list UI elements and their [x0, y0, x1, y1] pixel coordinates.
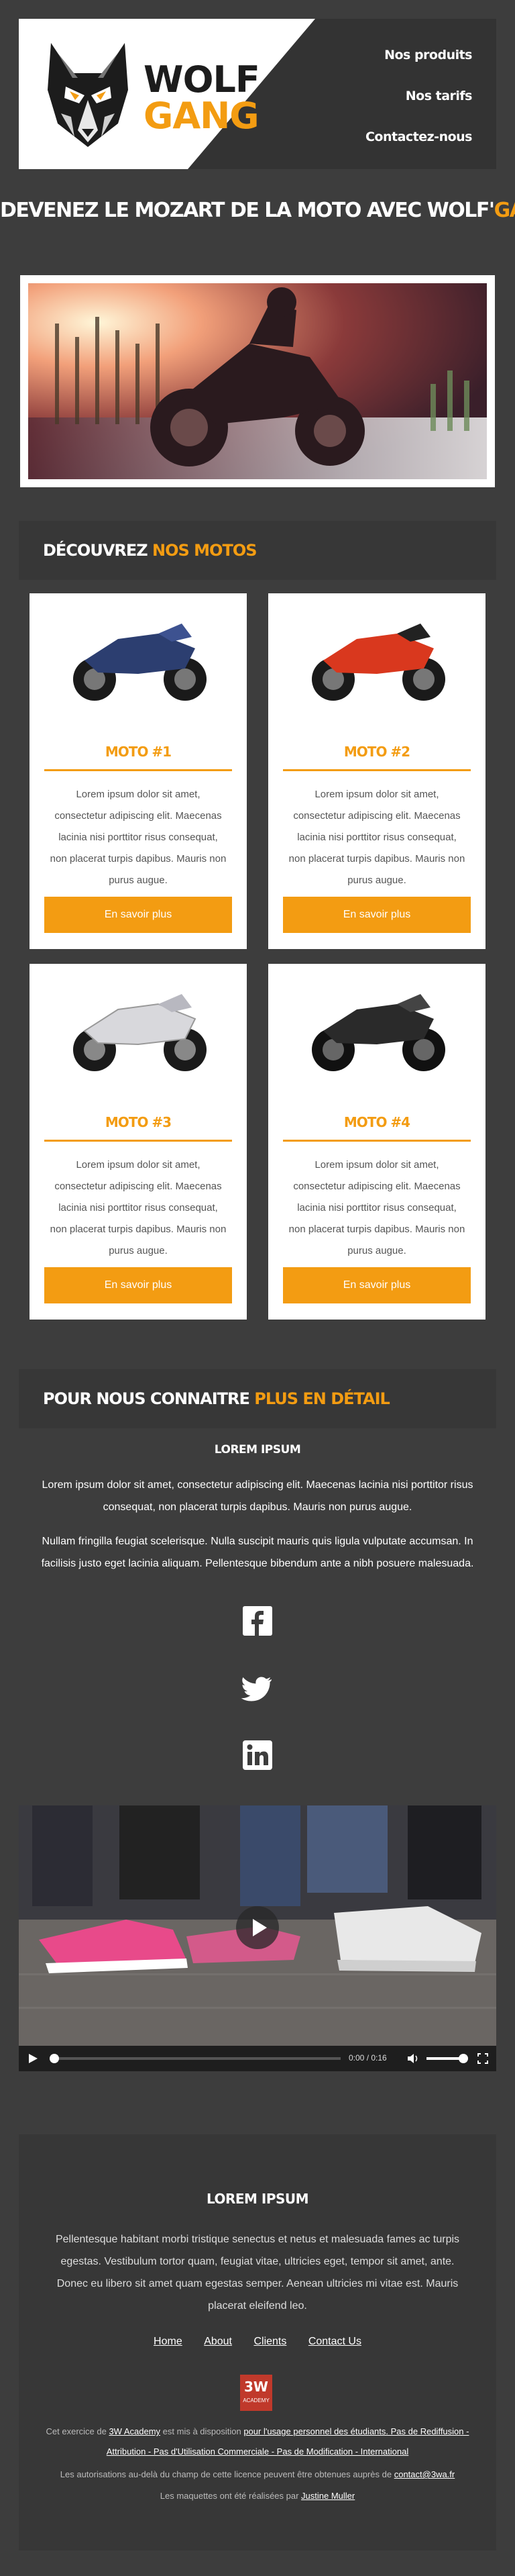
hero-image: [20, 275, 495, 487]
card-description: Lorem ipsum dolor sit amet, consectetur …: [288, 1159, 465, 1256]
about-subtitle: LOREM IPSUM: [214, 1443, 301, 1456]
main-nav: Nos produits Nos tarifs Contactez-nous: [365, 46, 473, 168]
site-footer: LOREM IPSUM Pellentesque habitant morbi …: [19, 2134, 496, 2550]
progress-bar[interactable]: [52, 2057, 341, 2060]
link-designer[interactable]: Justine Muller: [301, 2491, 355, 2501]
site-header: WOLF GANG Nos produits Nos tarifs Contac…: [19, 19, 496, 169]
about-section-header: POUR NOUS CONNAITRE PLUS EN DÉTAIL: [19, 1369, 496, 1428]
footer-paragraph: Pellentesque habitant morbi tristique se…: [55, 2234, 460, 2312]
en-savoir-plus-button-3[interactable]: En savoir plus: [44, 1267, 232, 1303]
about-heading-main: POUR NOUS CONNAITRE: [43, 1389, 255, 1408]
footer-link-contact[interactable]: Contact Us: [308, 2336, 361, 2347]
motorcycle-image-1: [73, 624, 207, 701]
link-3w-academy[interactable]: 3W Academy: [109, 2426, 160, 2436]
card-title: MOTO #4: [343, 1114, 410, 1130]
card-divider: [44, 1140, 232, 1142]
logo[interactable]: WOLF GANG: [38, 36, 260, 150]
wolf-icon: [48, 43, 128, 147]
nav-item-produits[interactable]: Nos produits: [365, 46, 472, 87]
footer-link-clients[interactable]: Clients: [253, 2336, 286, 2347]
footer-links: Home About Clients Contact Us: [19, 2336, 496, 2348]
hero-motorcycle-illustration: [28, 283, 487, 479]
permissions-text-start: Les autorisations au-delà du champ de ce…: [60, 2469, 394, 2479]
logo-word-wolf: WOLF: [144, 58, 260, 101]
license-text-start: Cet exercice de: [46, 2426, 109, 2436]
nav-item-contact[interactable]: Contactez-nous: [365, 128, 473, 168]
footer-link-about[interactable]: About: [204, 2336, 232, 2347]
license-text: Cet exercice de 3W Academy est mis à dis…: [46, 2422, 469, 2462]
en-savoir-plus-button-2[interactable]: En savoir plus: [283, 897, 471, 933]
volume-icon[interactable]: [406, 2052, 420, 2065]
motorcycle-image-4: [312, 994, 445, 1071]
about-heading-accent: PLUS EN DÉTAIL: [254, 1389, 390, 1408]
card-description: Lorem ipsum dolor sit amet, consectetur …: [50, 789, 227, 886]
academy-badge: 3W ACADEMY: [240, 2375, 272, 2411]
play-overlay-button[interactable]: [236, 1906, 279, 1949]
page: WOLF GANG Nos produits Nos tarifs Contac…: [0, 0, 515, 2576]
product-card-1: MOTO #1 Lorem ipsum dolor sit amet, cons…: [30, 593, 247, 949]
card-title: MOTO #3: [105, 1114, 172, 1130]
twitter-icon[interactable]: [241, 1671, 274, 1705]
product-card-4: MOTO #4 Lorem ipsum dolor sit amet, cons…: [268, 964, 485, 1320]
progress-handle[interactable]: [50, 2054, 59, 2063]
motorcycle-image-2: [312, 624, 445, 701]
footer-link-home[interactable]: Home: [154, 2336, 182, 2347]
permissions-text: Les autorisations au-delà du champ de ce…: [46, 2465, 469, 2485]
volume-handle[interactable]: [459, 2054, 468, 2063]
card-title: MOTO #2: [343, 744, 410, 760]
badge-sublabel: ACADEMY: [243, 2397, 270, 2404]
hero-title: DEVENEZ LE MOZART DE LA MOTO AVEC WOLF'G…: [0, 199, 515, 222]
products-heading: DÉCOUVREZ NOS MOTOS: [43, 541, 258, 560]
logo-word-gang: GANG: [144, 95, 260, 137]
products-heading-accent: NOS MOTOS: [152, 541, 257, 560]
facebook-icon[interactable]: [241, 1604, 274, 1638]
card-divider: [44, 769, 232, 771]
video-time: 0:00 / 0:16: [349, 2053, 387, 2063]
credits-text-start: Les maquettes ont été réalisées par: [160, 2491, 302, 2501]
footer-title: LOREM IPSUM: [206, 2191, 309, 2207]
hero-title-accent: GANG: [494, 199, 515, 222]
hero-title-main: DEVENEZ LE MOZART DE LA MOTO AVEC WOLF': [0, 199, 495, 222]
about-heading: POUR NOUS CONNAITRE PLUS EN DÉTAIL: [43, 1389, 390, 1408]
card-title: MOTO #1: [105, 744, 172, 760]
badge-label: 3W: [244, 2379, 268, 2395]
card-divider: [283, 1140, 471, 1142]
fullscreen-icon[interactable]: [477, 2053, 488, 2064]
video-player[interactable]: 0:00 / 0:16: [19, 1805, 496, 2071]
about-paragraph-2: Nullam fringilla feugiat scelerisque. Nu…: [41, 1536, 474, 1569]
about-paragraph-1: Lorem ipsum dolor sit amet, consectetur …: [42, 1479, 473, 1513]
linkedin-icon[interactable]: [241, 1738, 274, 1772]
motorcycle-image-3: [73, 994, 207, 1071]
products-section-header: DÉCOUVREZ NOS MOTOS: [19, 521, 496, 580]
card-divider: [283, 769, 471, 771]
license-text-mid: est mis à disposition: [160, 2426, 244, 2436]
en-savoir-plus-button-1[interactable]: En savoir plus: [44, 897, 232, 933]
link-contact-email[interactable]: contact@3wa.fr: [394, 2469, 455, 2479]
credits-text: Les maquettes ont été réalisées par Just…: [46, 2486, 469, 2506]
nav-item-tarifs[interactable]: Nos tarifs: [365, 87, 473, 128]
product-card-3: MOTO #3 Lorem ipsum dolor sit amet, cons…: [30, 964, 247, 1320]
product-card-2: MOTO #2 Lorem ipsum dolor sit amet, cons…: [268, 593, 485, 949]
products-heading-main: DÉCOUVREZ: [43, 541, 153, 560]
play-icon: [253, 1919, 267, 1936]
en-savoir-plus-button-4[interactable]: En savoir plus: [283, 1267, 471, 1303]
play-icon[interactable]: [27, 2052, 39, 2065]
card-description: Lorem ipsum dolor sit amet, consectetur …: [288, 789, 465, 886]
video-controls: 0:00 / 0:16: [19, 2046, 496, 2071]
card-description: Lorem ipsum dolor sit amet, consectetur …: [50, 1159, 227, 1256]
